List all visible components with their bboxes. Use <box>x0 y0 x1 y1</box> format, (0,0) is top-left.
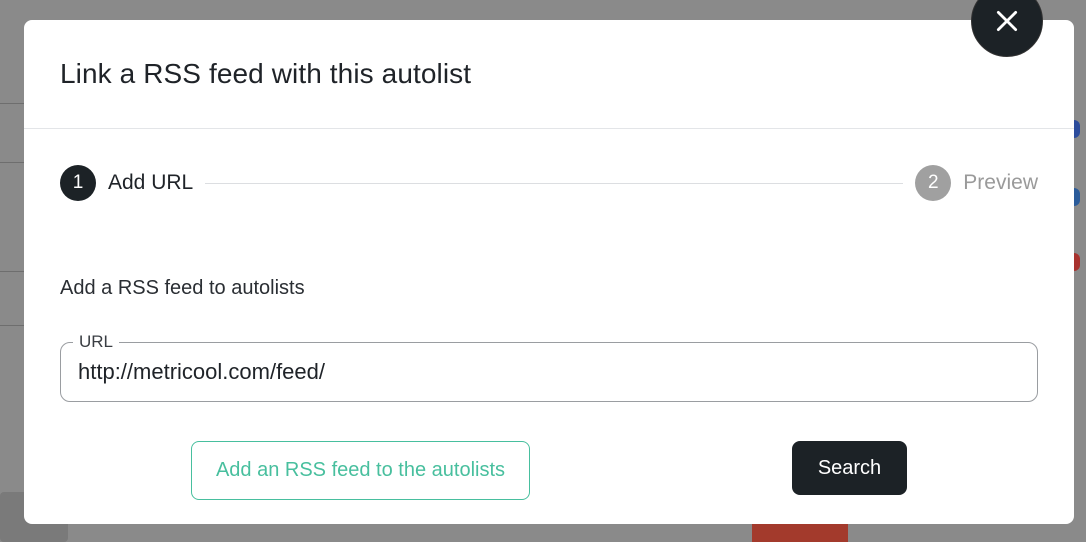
add-rss-feed-button[interactable]: Add an RSS feed to the autolists <box>191 441 530 500</box>
close-icon <box>996 10 1018 32</box>
step-1-label: Add URL <box>108 171 194 194</box>
stepper: 1 Add URL 2 Preview <box>60 165 1038 201</box>
rss-feed-modal: Link a RSS feed with this autolist 1 Add… <box>24 20 1074 524</box>
step-2-indicator: 2 <box>915 165 952 201</box>
url-input[interactable] <box>78 343 1018 401</box>
step-connector <box>205 182 904 184</box>
url-field: URL <box>60 332 1038 402</box>
section-description: Add a RSS feed to autolists <box>60 277 305 299</box>
modal-header: Link a RSS feed with this autolist <box>24 20 1074 129</box>
step-2-label: Preview <box>963 171 1038 194</box>
search-button[interactable]: Search <box>792 441 907 495</box>
step-1-indicator: 1 <box>60 165 96 201</box>
modal-title: Link a RSS feed with this autolist <box>60 58 472 89</box>
